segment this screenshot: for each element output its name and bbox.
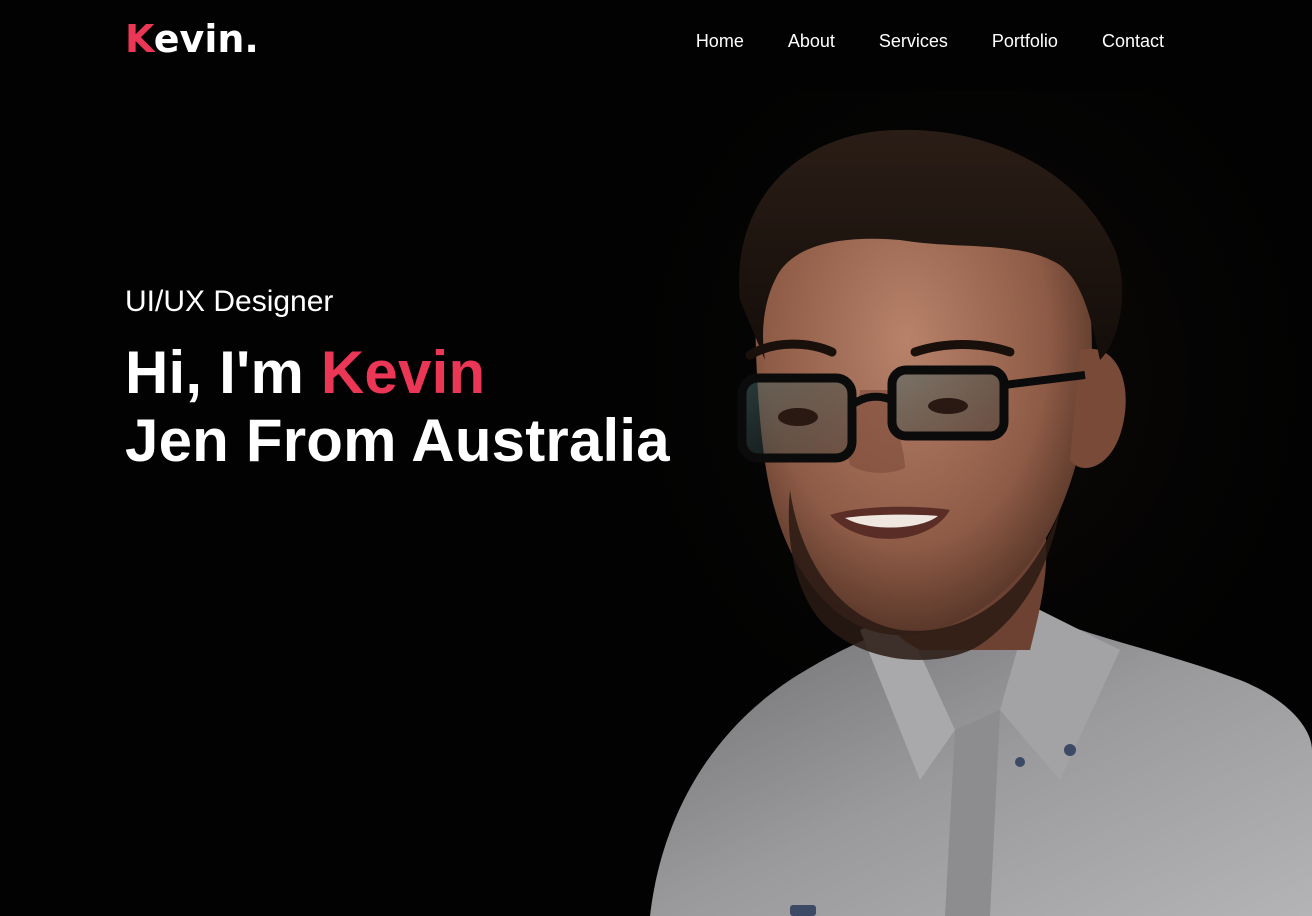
hero-role: UI/UX Designer (125, 285, 334, 318)
eye-right (928, 398, 968, 414)
shirt-button-collar (1064, 744, 1076, 756)
site-logo[interactable]: Kevin. (125, 14, 259, 64)
nav-item-home: Home (696, 30, 744, 52)
nav-link-services[interactable]: Services (879, 31, 948, 51)
nav-link-portfolio[interactable]: Portfolio (992, 31, 1058, 51)
navbar: Kevin. Home About Services Portfolio Con… (0, 0, 1312, 82)
nav-item-services: Services (879, 30, 948, 52)
nav-item-about: About (788, 30, 835, 52)
nav-link-contact[interactable]: Contact (1102, 31, 1164, 51)
hero-headline: Hi, I'm Kevin Jen From Australia (125, 339, 670, 475)
nav-item-contact: Contact (1102, 30, 1164, 52)
logo-initial: K (125, 17, 154, 61)
hero-section: Kevin. Home About Services Portfolio Con… (0, 0, 1312, 916)
shirt-button-bottom (790, 905, 816, 916)
hero-greeting: Hi, I'm (125, 339, 305, 406)
hero-subline: Jen From Australia (125, 407, 670, 474)
shirt-button-top (1015, 757, 1025, 767)
nav-link-about[interactable]: About (788, 31, 835, 51)
portrait-illustration (560, 90, 1312, 916)
eye-left (778, 408, 818, 426)
main-nav: Home About Services Portfolio Contact (696, 30, 1164, 52)
hero-name: Kevin (320, 339, 486, 406)
hero-portrait (560, 90, 1312, 916)
nav-link-home[interactable]: Home (696, 31, 744, 51)
nav-item-portfolio: Portfolio (992, 30, 1058, 52)
hero-intro: UI/UX Designer Hi, I'm Kevin Jen From Au… (125, 283, 670, 475)
logo-text: evin. (153, 17, 259, 61)
